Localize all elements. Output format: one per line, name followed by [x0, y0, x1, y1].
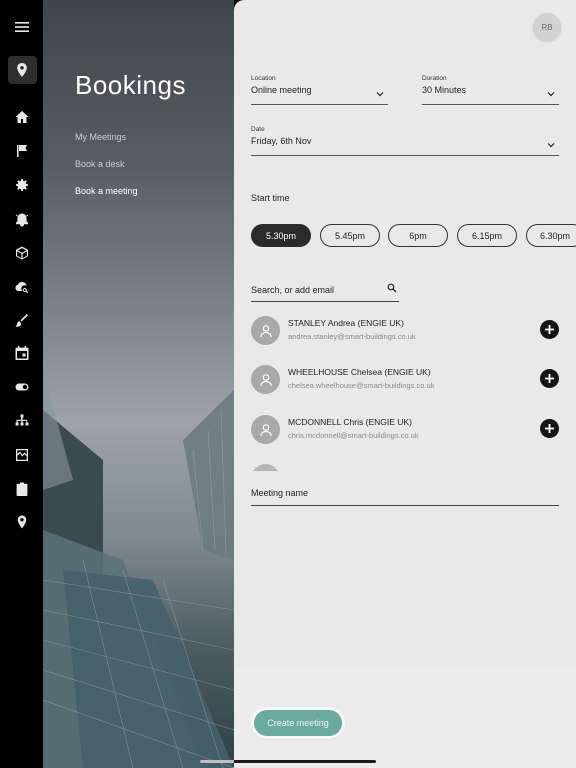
time-option[interactable]: 5.30pm [251, 224, 311, 247]
time-option[interactable]: 5.45pm [320, 224, 380, 247]
nav-book-desk[interactable]: Book a desk [75, 159, 125, 169]
person-avatar [251, 365, 280, 394]
person-avatar [251, 316, 280, 345]
home-icon[interactable] [0, 103, 43, 131]
date-value: Friday, 6th Nov [251, 136, 312, 146]
alarm-icon[interactable] [0, 205, 43, 233]
gear-icon[interactable] [0, 171, 43, 199]
toggle-icon[interactable] [0, 373, 43, 401]
location-label: Location [251, 75, 276, 82]
background-image: Bookings My Meetings Book a desk Book a … [43, 0, 234, 768]
person-row: MCDONNELL Chris (ENGIE UK) chris.mcdonne… [251, 413, 561, 447]
location-pin-icon[interactable] [0, 56, 43, 84]
search-placeholder: Search, or add email [251, 285, 335, 295]
icon-rail [0, 0, 43, 768]
date-select[interactable]: Date Friday, 6th Nov [251, 126, 559, 156]
person-icon [259, 423, 272, 436]
time-option[interactable]: 6pm [388, 224, 448, 247]
search-input[interactable]: Search, or add email [251, 280, 399, 302]
monitoring-icon[interactable] [0, 441, 43, 469]
chevron-down-icon [547, 136, 555, 148]
page-title: Bookings [75, 70, 186, 100]
booking-form-panel: RB Location Online meeting Duration 30 M… [234, 0, 576, 768]
cloud-search-icon[interactable] [0, 273, 43, 301]
person-name: WHEELHOUSE Chelsea (ENGIE UK) [288, 367, 431, 377]
meeting-name-label: Meeting name [251, 488, 309, 498]
date-label: Date [251, 126, 265, 133]
chevron-down-icon [376, 85, 384, 97]
person-email: chelsea.wheelhouse@smart-buildings.co.uk [288, 381, 435, 390]
clipboard-icon[interactable] [0, 475, 43, 503]
map-marker-icon[interactable] [0, 508, 43, 536]
location-value: Online meeting [251, 85, 312, 95]
add-person-button[interactable] [540, 320, 559, 339]
home-indicator-left [200, 760, 234, 763]
calendar-icon[interactable] [0, 339, 43, 367]
flag-icon[interactable] [0, 137, 43, 165]
duration-value: 30 Minutes [422, 85, 467, 95]
person-name: MCDONNELL Chris (ENGIE UK) [288, 417, 412, 427]
start-time-label: Start time [251, 193, 290, 203]
duration-select[interactable]: Duration 30 Minutes [422, 75, 559, 105]
create-meeting-button[interactable]: Create meeting [254, 710, 342, 736]
nav-my-meetings[interactable]: My Meetings [75, 132, 126, 142]
search-icon[interactable] [387, 283, 397, 293]
time-option[interactable]: 6.15pm [457, 224, 517, 247]
nav-book-meeting[interactable]: Book a meeting [75, 186, 138, 196]
cube-icon[interactable] [0, 239, 43, 267]
plus-icon [545, 374, 554, 383]
person-email: chris.mcdonnell@smart-buildings.co.uk [288, 431, 419, 440]
chevron-down-icon [547, 85, 555, 97]
user-avatar[interactable]: RB [533, 13, 561, 41]
hierarchy-icon[interactable] [0, 407, 43, 435]
time-option[interactable]: 6.30pm [526, 224, 576, 247]
plus-icon [545, 424, 554, 433]
person-avatar [251, 415, 280, 444]
person-row: STANLEY Andrea (ENGIE UK) andrea.stanley… [251, 314, 561, 348]
person-row-partial [251, 462, 561, 471]
plus-icon [545, 325, 554, 334]
person-email: andrea.stanley@smart-buildings.co.uk [288, 332, 416, 341]
person-row: WHEELHOUSE Chelsea (ENGIE UK) chelsea.wh… [251, 363, 561, 397]
person-name: STANLEY Andrea (ENGIE UK) [288, 318, 404, 328]
person-icon [259, 324, 272, 337]
duration-label: Duration [422, 75, 447, 82]
menu-icon[interactable] [0, 13, 43, 41]
skyscraper-illustration [43, 370, 234, 768]
add-person-button[interactable] [540, 369, 559, 388]
person-avatar [251, 464, 280, 471]
location-select[interactable]: Location Online meeting [251, 75, 388, 105]
person-icon [259, 373, 272, 386]
brush-icon[interactable] [0, 307, 43, 335]
add-person-button[interactable] [540, 419, 559, 438]
meeting-name-input[interactable]: Meeting name [251, 484, 559, 506]
